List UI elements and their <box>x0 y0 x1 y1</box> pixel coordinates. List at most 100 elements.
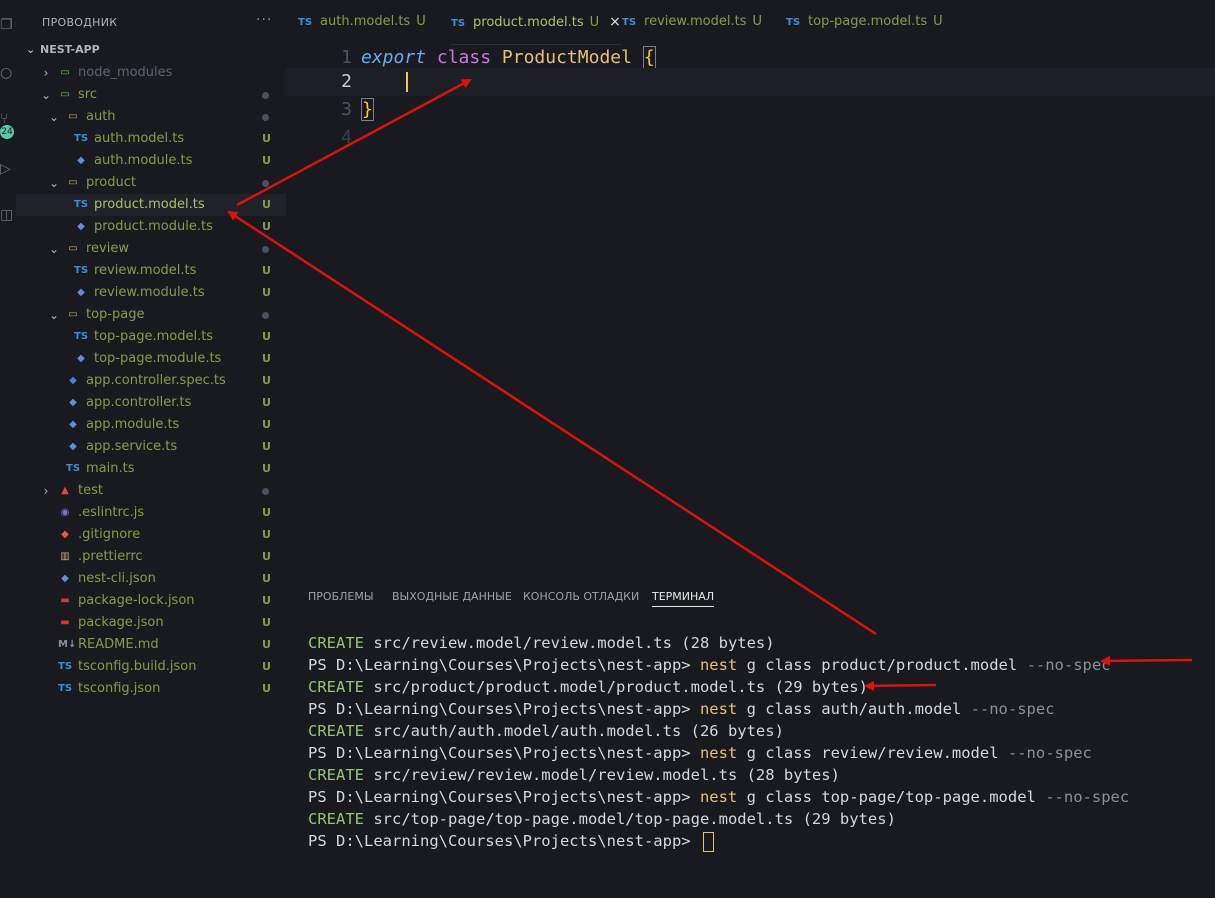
text-cursor <box>406 72 408 92</box>
explorer-more-button[interactable]: ··· <box>256 12 272 28</box>
tree-file[interactable]: ▬ package.json U <box>16 612 286 634</box>
tree-item-label: auth.model.ts <box>94 131 185 146</box>
editor-tab[interactable]: TS product.model.ts U × <box>451 0 621 45</box>
tree-folder[interactable]: ⌄ ▭ review <box>16 238 286 260</box>
tree-file[interactable]: ◆ app.module.ts U <box>16 414 286 436</box>
tree-file[interactable]: TS tsconfig.build.json U <box>16 656 286 678</box>
tree-item-label: .gitignore <box>78 527 141 542</box>
folder-icon: ▭ <box>68 177 78 188</box>
git-status-dot <box>262 488 269 495</box>
test-icon: ◆ <box>69 375 77 386</box>
tree-file[interactable]: ◆ app.service.ts U <box>16 436 286 458</box>
tree-file[interactable]: ◆ top-page.module.ts U <box>16 348 286 370</box>
tree-file[interactable]: ◆ .gitignore U <box>16 524 286 546</box>
class-name: ProductModel <box>501 47 632 68</box>
tree-file[interactable]: ◆ app.controller.spec.ts U <box>16 370 286 392</box>
search-icon[interactable]: ○ <box>0 66 14 80</box>
tree-folder[interactable]: ⌄ ▭ product <box>16 172 286 194</box>
tab-output[interactable]: ВЫХОДНЫЕ ДАННЫЕ <box>392 588 512 606</box>
git-status-untracked: U <box>262 660 271 673</box>
terminal-output[interactable]: CREATE src/review.model/review.model.ts … <box>308 632 1129 852</box>
tree-file[interactable]: TS tsconfig.json U <box>16 678 286 700</box>
git-status-dot <box>262 92 269 99</box>
chevron-down-icon[interactable]: ⌄ <box>48 304 60 326</box>
create-label: CREATE <box>308 634 364 652</box>
explorer-title: ПРОВОДНИК <box>42 16 118 29</box>
tree-folder[interactable]: › ▭ node_modules <box>16 62 286 84</box>
tree-file[interactable]: TS main.ts U <box>16 458 286 480</box>
code-text: } <box>361 96 374 124</box>
shell-prompt: PS D:\Learning\Courses\Projects\nest-app… <box>308 656 700 674</box>
tab-debug-console[interactable]: КОНСОЛЬ ОТЛАДКИ <box>523 588 639 606</box>
tree-item-label: auth <box>86 109 116 124</box>
editor-tab[interactable]: TS top-page.model.ts U <box>786 0 943 44</box>
tree-file[interactable]: TS auth.model.ts U <box>16 128 286 150</box>
command-name: nest <box>699 656 738 674</box>
tree-folder[interactable]: ⌄ ▭ top-page <box>16 304 286 326</box>
command-args: g class review/review.model <box>737 744 1008 762</box>
tree-item-label: README.md <box>78 637 159 652</box>
code-line[interactable]: 3 } <box>286 96 1215 124</box>
code-line[interactable]: 4 <box>286 124 1215 152</box>
chevron-down-icon[interactable]: ⌄ <box>48 238 60 260</box>
chevron-right-icon[interactable]: › <box>40 62 52 84</box>
tree-file[interactable]: M↓ README.md U <box>16 634 286 656</box>
tree-item-label: top-page <box>86 307 145 322</box>
tree-file[interactable]: ◆ review.module.ts U <box>16 282 286 304</box>
tree-folder[interactable]: ⌄ ▭ src <box>16 84 286 106</box>
shell-prompt: PS D:\Learning\Courses\Projects\nest-app… <box>308 744 700 762</box>
extensions-icon[interactable]: ◫ <box>0 208 14 222</box>
tree-item-label: product.model.ts <box>94 197 205 212</box>
tree-file[interactable]: ◆ nest-cli.json U <box>16 568 286 590</box>
tree-item-label: review.model.ts <box>94 263 197 278</box>
editor-tab[interactable]: TS auth.model.ts U <box>298 0 426 44</box>
tree-file[interactable]: TS review.model.ts U <box>16 260 286 282</box>
ts-icon: TS <box>74 331 89 342</box>
git-status-untracked: U <box>262 616 271 629</box>
tab-terminal[interactable]: ТЕРМИНАЛ <box>652 588 715 607</box>
tab-problems[interactable]: ПРОБЛЕМЫ <box>308 588 374 606</box>
code-line-current[interactable]: 2 <box>286 68 1215 96</box>
tree-file[interactable]: ◆ product.module.ts U <box>16 216 286 238</box>
create-label: CREATE <box>308 810 364 828</box>
terminal-line: PS D:\Learning\Courses\Projects\nest-app… <box>308 698 1129 720</box>
tree-item-label: src <box>78 87 97 102</box>
tab-label: auth.model.ts <box>320 14 411 29</box>
tree-file[interactable]: ◆ auth.module.ts U <box>16 150 286 172</box>
tree-item-label: review <box>86 241 129 256</box>
explorer-icon[interactable]: ❐ <box>0 18 14 32</box>
chevron-down-icon[interactable]: ⌄ <box>48 172 60 194</box>
close-icon[interactable]: × <box>609 14 621 30</box>
editor-tab[interactable]: TS review.model.ts U <box>622 0 762 44</box>
src-folder-icon: ▭ <box>60 89 70 100</box>
source-control-icon[interactable]: ⑂ <box>0 112 14 126</box>
workspace-root[interactable]: ⌄ NEST-APP <box>26 43 100 56</box>
command-args: g class product/product.model <box>737 656 1027 674</box>
line-number: 2 <box>341 71 352 92</box>
chevron-down-icon[interactable]: ⌄ <box>40 84 52 106</box>
chevron-down-icon: ⌄ <box>26 43 36 56</box>
tree-file[interactable]: ◉ .eslintrc.js U <box>16 502 286 524</box>
chevron-right-icon[interactable]: › <box>40 480 52 502</box>
command-args: g class auth/auth.model <box>737 700 971 718</box>
tree-file[interactable]: TS product.model.ts U <box>16 194 286 216</box>
created-path: src/review.model/review.model.ts (28 byt… <box>364 634 775 652</box>
folder-icon: ▭ <box>68 309 78 320</box>
open-brace: { <box>642 46 656 69</box>
tree-file[interactable]: ▥ .prettierrc U <box>16 546 286 568</box>
nest-icon: ◆ <box>77 155 85 166</box>
git-status-dot <box>262 312 269 319</box>
created-path: src/review/review.model/review.model.ts … <box>364 766 840 784</box>
git-status-untracked: U <box>262 286 271 299</box>
chevron-down-icon[interactable]: ⌄ <box>48 106 60 128</box>
tree-folder[interactable]: › ▲ test <box>16 480 286 502</box>
tree-file[interactable]: ▬ package-lock.json U <box>16 590 286 612</box>
tree-folder[interactable]: ⌄ ▭ auth <box>16 106 286 128</box>
nest-icon: ◆ <box>77 287 85 298</box>
tree-file[interactable]: ◆ app.controller.ts U <box>16 392 286 414</box>
tab-label: review.model.ts <box>644 14 747 29</box>
run-debug-icon[interactable]: ▷ <box>0 162 14 176</box>
git-status-untracked: U <box>262 418 271 431</box>
nest-icon: ◆ <box>69 397 77 408</box>
tree-file[interactable]: TS top-page.model.ts U <box>16 326 286 348</box>
